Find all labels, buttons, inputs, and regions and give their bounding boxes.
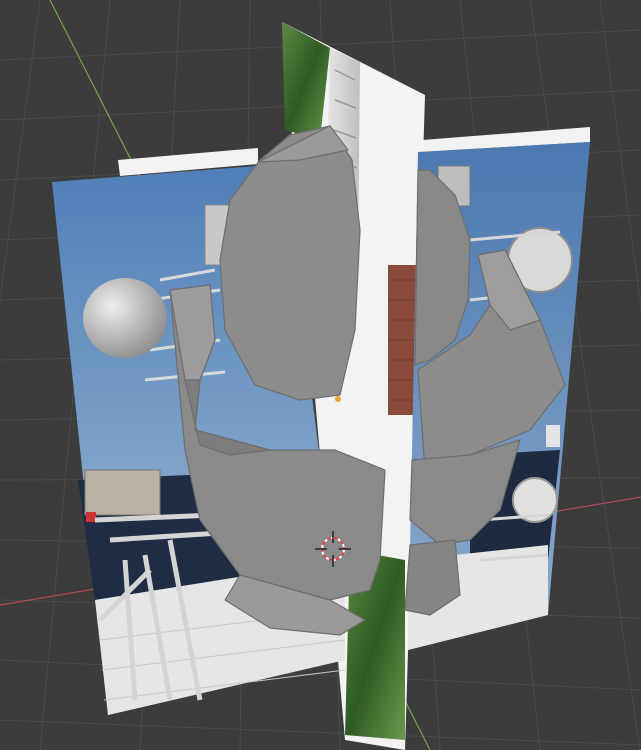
viewport-scene[interactable] <box>0 0 641 750</box>
radar-dome <box>83 278 167 358</box>
object-origin-dot[interactable] <box>335 396 341 402</box>
3d-viewport[interactable] <box>0 0 641 750</box>
